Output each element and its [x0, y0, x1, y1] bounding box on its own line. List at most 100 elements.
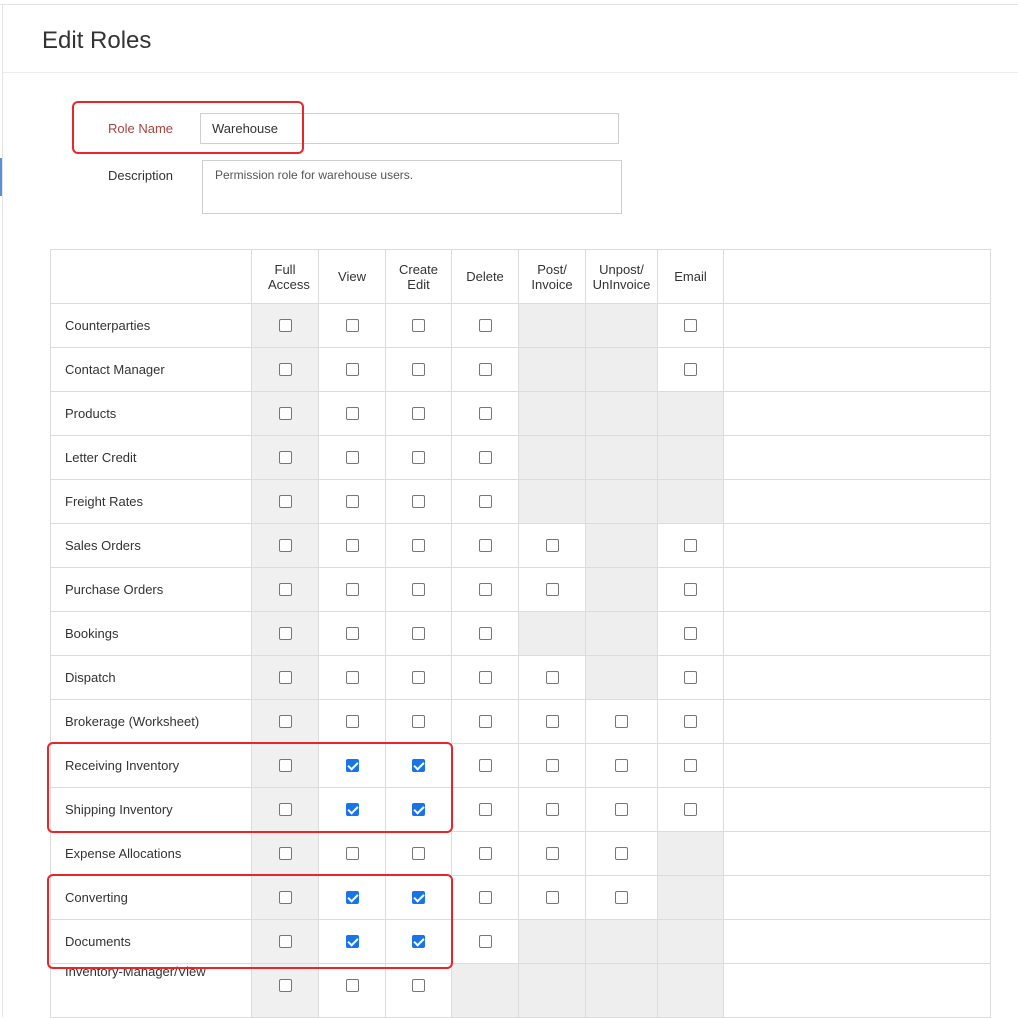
table-row: Products	[50, 391, 991, 436]
post-checkbox[interactable]	[545, 538, 559, 552]
post-checkbox[interactable]	[545, 670, 559, 684]
unpost-checkbox[interactable]	[615, 802, 628, 816]
create-checkbox[interactable]	[412, 626, 425, 640]
row-label: Contact Manager	[50, 347, 252, 392]
full-checkbox[interactable]	[278, 934, 292, 948]
view-checkbox[interactable]	[345, 802, 359, 816]
full-checkbox[interactable]	[278, 494, 292, 508]
table-row: Dispatch	[50, 655, 991, 700]
full-checkbox[interactable]	[278, 670, 292, 684]
full-checkbox[interactable]	[278, 318, 292, 332]
create-checkbox[interactable]	[412, 538, 425, 552]
delete-checkbox[interactable]	[478, 714, 492, 728]
delete-checkbox[interactable]	[478, 362, 492, 376]
delete-checkbox[interactable]	[478, 406, 492, 420]
create-checkbox[interactable]	[412, 758, 425, 772]
permission-cell-view	[318, 787, 386, 832]
create-checkbox[interactable]	[412, 979, 425, 992]
post-checkbox[interactable]	[545, 846, 559, 860]
create-checkbox[interactable]	[412, 714, 425, 728]
view-checkbox[interactable]	[345, 626, 359, 640]
full-checkbox[interactable]	[278, 802, 292, 816]
disabled-cell	[518, 963, 586, 1018]
unpost-checkbox[interactable]	[615, 758, 628, 772]
view-checkbox[interactable]	[345, 979, 359, 992]
create-checkbox[interactable]	[412, 846, 425, 860]
view-checkbox[interactable]	[345, 714, 359, 728]
full-checkbox[interactable]	[278, 846, 292, 860]
role-name-input[interactable]	[200, 113, 619, 144]
table-row: Shipping Inventory	[50, 787, 991, 832]
create-checkbox[interactable]	[412, 802, 425, 816]
full-checkbox[interactable]	[278, 362, 292, 376]
unpost-checkbox[interactable]	[615, 846, 628, 860]
view-checkbox[interactable]	[345, 934, 359, 948]
full-checkbox[interactable]	[278, 450, 292, 464]
view-checkbox[interactable]	[345, 318, 359, 332]
description-input[interactable]: Permission role for warehouse users.	[202, 160, 622, 214]
permission-cell-view	[318, 303, 386, 348]
full-checkbox[interactable]	[278, 714, 292, 728]
create-checkbox[interactable]	[412, 890, 425, 904]
full-checkbox[interactable]	[278, 979, 292, 992]
delete-checkbox[interactable]	[478, 670, 492, 684]
delete-checkbox[interactable]	[478, 890, 492, 904]
create-checkbox[interactable]	[412, 670, 425, 684]
view-checkbox[interactable]	[345, 758, 359, 772]
create-checkbox[interactable]	[412, 318, 425, 332]
full-checkbox[interactable]	[278, 758, 292, 772]
full-checkbox[interactable]	[278, 406, 292, 420]
delete-checkbox[interactable]	[478, 846, 492, 860]
delete-checkbox[interactable]	[478, 626, 492, 640]
create-checkbox[interactable]	[412, 582, 425, 596]
email-checkbox[interactable]	[684, 582, 697, 596]
view-checkbox[interactable]	[345, 890, 359, 904]
full-checkbox[interactable]	[278, 890, 292, 904]
delete-checkbox[interactable]	[478, 318, 492, 332]
unpost-checkbox[interactable]	[615, 714, 628, 728]
view-checkbox[interactable]	[345, 538, 359, 552]
post-checkbox[interactable]	[545, 890, 559, 904]
delete-checkbox[interactable]	[478, 494, 492, 508]
delete-checkbox[interactable]	[478, 450, 492, 464]
delete-checkbox[interactable]	[478, 802, 492, 816]
left-border	[2, 4, 3, 1017]
permission-cell-post	[518, 567, 586, 612]
permission-cell-post	[518, 743, 586, 788]
full-checkbox[interactable]	[278, 582, 292, 596]
unpost-checkbox[interactable]	[615, 890, 628, 904]
view-checkbox[interactable]	[345, 582, 359, 596]
view-checkbox[interactable]	[345, 494, 359, 508]
delete-checkbox[interactable]	[478, 538, 492, 552]
view-checkbox[interactable]	[345, 362, 359, 376]
post-checkbox[interactable]	[545, 582, 559, 596]
create-checkbox[interactable]	[412, 450, 425, 464]
email-checkbox[interactable]	[684, 714, 697, 728]
create-checkbox[interactable]	[412, 362, 425, 376]
disabled-cell	[451, 963, 519, 1018]
email-checkbox[interactable]	[684, 802, 697, 816]
create-checkbox[interactable]	[412, 934, 425, 948]
delete-checkbox[interactable]	[478, 934, 492, 948]
post-checkbox[interactable]	[545, 714, 559, 728]
view-checkbox[interactable]	[345, 846, 359, 860]
email-checkbox[interactable]	[684, 758, 697, 772]
email-checkbox[interactable]	[684, 670, 697, 684]
row-spacer	[723, 831, 991, 876]
view-checkbox[interactable]	[345, 406, 359, 420]
create-checkbox[interactable]	[412, 494, 425, 508]
full-checkbox[interactable]	[278, 626, 292, 640]
view-checkbox[interactable]	[345, 670, 359, 684]
permission-cell-unpost	[585, 699, 658, 744]
post-checkbox[interactable]	[545, 758, 559, 772]
delete-checkbox[interactable]	[478, 582, 492, 596]
email-checkbox[interactable]	[684, 538, 697, 552]
view-checkbox[interactable]	[345, 450, 359, 464]
email-checkbox[interactable]	[684, 626, 697, 640]
full-checkbox[interactable]	[278, 538, 292, 552]
post-checkbox[interactable]	[545, 802, 559, 816]
email-checkbox[interactable]	[684, 362, 697, 376]
create-checkbox[interactable]	[412, 406, 425, 420]
email-checkbox[interactable]	[684, 318, 697, 332]
delete-checkbox[interactable]	[478, 758, 492, 772]
